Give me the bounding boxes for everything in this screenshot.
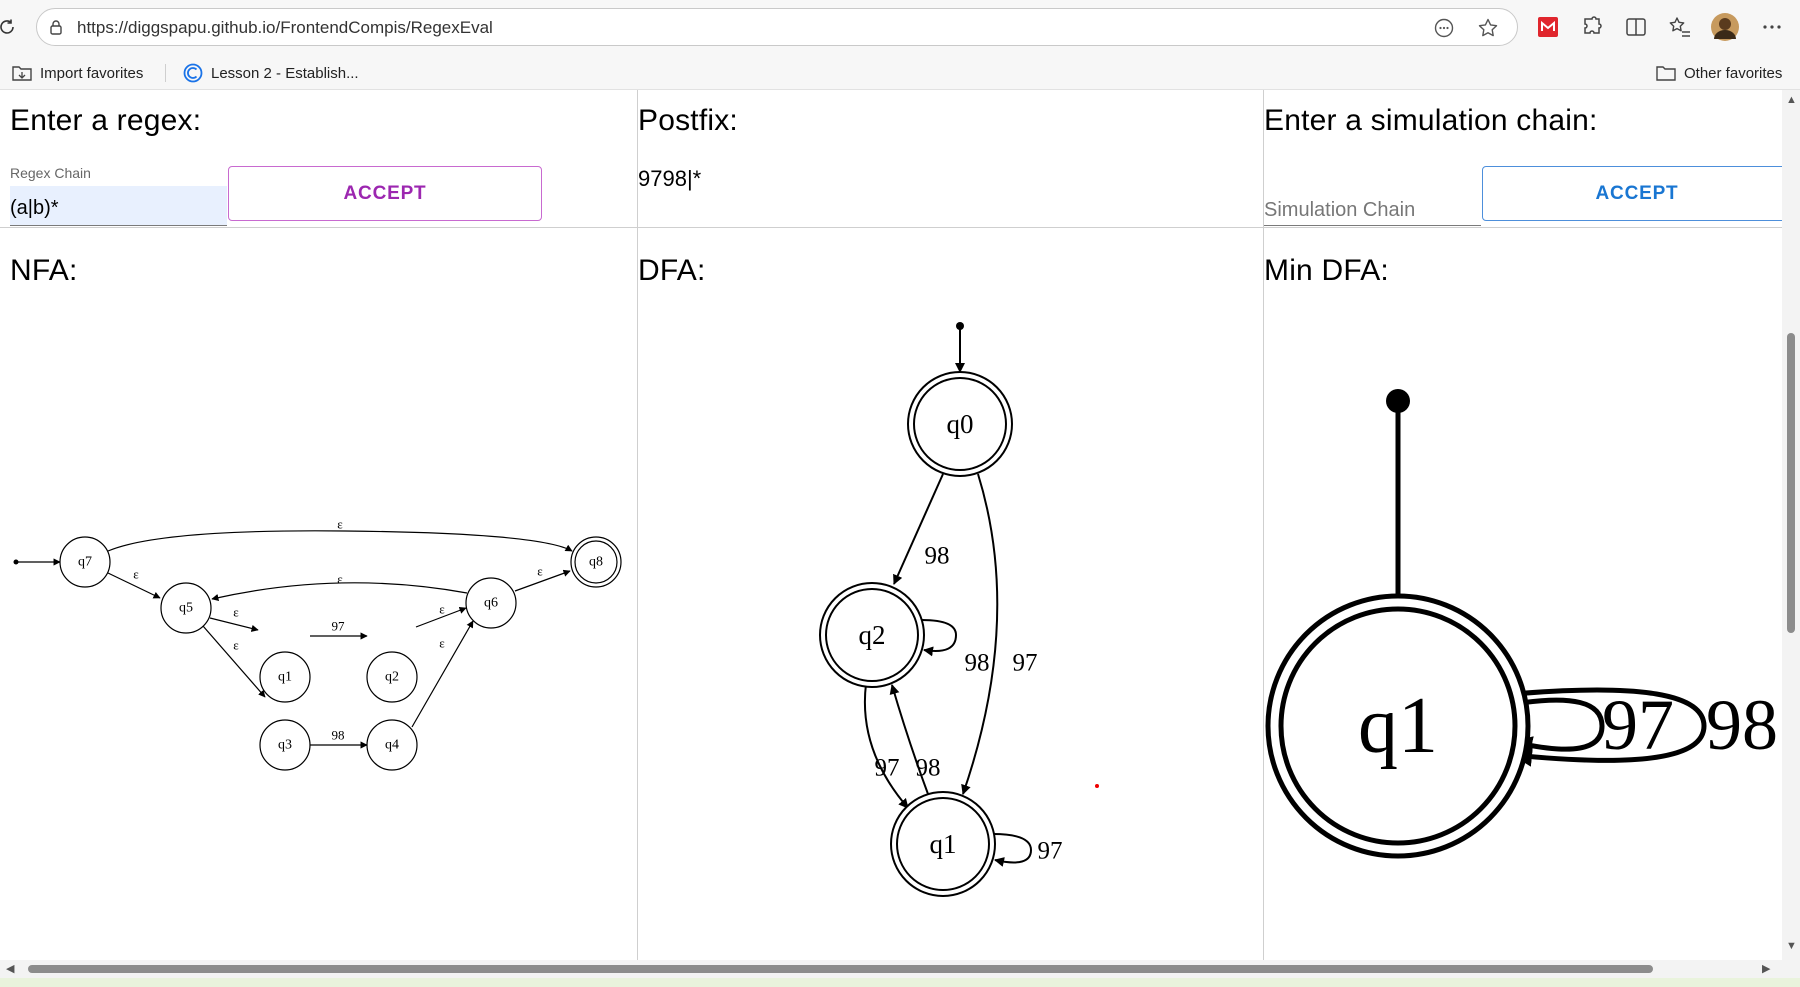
vertical-scroll-thumb[interactable] xyxy=(1787,333,1795,633)
red-dot xyxy=(1095,784,1099,788)
state-label: q2 xyxy=(859,620,886,650)
transition-q2-q2 xyxy=(921,619,958,657)
state-label: q1 xyxy=(278,670,292,685)
bookmark-separator xyxy=(165,64,166,82)
state-label: q8 xyxy=(589,555,603,570)
state-label: q1 xyxy=(930,829,957,859)
state-label: q7 xyxy=(78,555,92,570)
vertical-scrollbar[interactable]: ▲ ▼ xyxy=(1782,90,1800,960)
favorite-star-icon[interactable] xyxy=(1477,17,1499,39)
transition-label: ε xyxy=(439,602,445,617)
transition-label: ε xyxy=(337,517,343,532)
transition-q5-q1 xyxy=(209,617,259,632)
transition-label: 97 xyxy=(1013,650,1038,677)
transition-label: ε xyxy=(439,636,445,651)
more-menu-icon[interactable] xyxy=(1760,15,1784,39)
state-label: q2 xyxy=(385,670,399,685)
import-folder-icon xyxy=(12,66,32,81)
transition-label: ε xyxy=(337,572,343,587)
horizontal-scrollbar[interactable]: ◀ ▶ xyxy=(0,960,1800,978)
transition-label: 97 xyxy=(875,755,900,782)
scroll-up-icon[interactable]: ▲ xyxy=(1786,94,1797,106)
transition-q2-q1 xyxy=(863,683,909,809)
reload-icon[interactable] xyxy=(0,16,18,38)
horizontal-scroll-thumb[interactable] xyxy=(28,965,1653,973)
transition-label: 97 xyxy=(332,619,346,634)
dfa-graph: 98 97 98 97 98 97 q0 q2 q1 xyxy=(819,322,1099,897)
transition-label: ε xyxy=(233,605,239,620)
bookmark-import-favorites[interactable]: Import favorites xyxy=(12,61,143,85)
transition-label: 97 xyxy=(1038,838,1063,865)
split-screen-icon[interactable] xyxy=(1624,15,1648,39)
transition-label: 98 xyxy=(1706,685,1778,765)
state-label: q3 xyxy=(278,738,292,753)
transition-label: 98 xyxy=(332,728,345,743)
extensions-puzzle-icon[interactable] xyxy=(1580,15,1604,39)
transition-label: 98 xyxy=(925,543,950,570)
state-label: q0 xyxy=(947,409,974,439)
address-bar[interactable]: https://diggspapu.github.io/FrontendComp… xyxy=(36,8,1518,46)
transition-label: 98 xyxy=(916,755,941,782)
scroll-left-icon[interactable]: ◀ xyxy=(6,962,14,975)
url-text[interactable]: https://diggspapu.github.io/FrontendComp… xyxy=(77,18,493,38)
other-favorites-folder[interactable]: Other favorites xyxy=(1656,61,1782,85)
bookmark-label: Lesson 2 - Establish... xyxy=(211,64,359,82)
page-content: Enter a regex: Regex Chain ACCEPT Postfi… xyxy=(0,90,1782,960)
transition-label: ε xyxy=(537,564,543,579)
transition-q1-q1 xyxy=(992,833,1033,867)
transition-q0-q1 xyxy=(961,473,999,795)
nfa-graph: ε ε ε ε ε 97 98 ε ε ε q7 q5 q1 q2 q3 q4 q6 q8 xyxy=(13,517,622,771)
transition-label: 98 xyxy=(965,650,990,677)
state-label: q5 xyxy=(179,601,193,616)
bookmarks-bar: Import favorites Lesson 2 - Establish...… xyxy=(0,56,1800,90)
site-favicon-icon xyxy=(183,63,203,83)
scroll-right-icon[interactable]: ▶ xyxy=(1762,962,1770,975)
bookmark-label: Import favorites xyxy=(40,64,144,82)
other-favorites-label: Other favorites xyxy=(1684,64,1783,82)
state-label: q6 xyxy=(484,596,498,611)
transition-label: ε xyxy=(133,567,139,582)
transition-label: ε xyxy=(233,638,239,653)
browser-toolbar: https://diggspapu.github.io/FrontendComp… xyxy=(0,0,1800,56)
page-actions-icon[interactable] xyxy=(1433,17,1455,39)
transition-q7-q8 xyxy=(107,530,573,552)
profile-avatar-icon[interactable] xyxy=(1710,12,1740,42)
state-label: q1 xyxy=(1358,682,1438,770)
state-label: q4 xyxy=(385,738,399,753)
bookmark-lesson-2[interactable]: Lesson 2 - Establish... xyxy=(183,61,359,85)
lock-icon[interactable] xyxy=(47,18,65,36)
min-dfa-graph: 97 98q1 xyxy=(1265,389,1778,859)
favorites-list-icon[interactable] xyxy=(1668,15,1692,39)
extension-red-icon[interactable] xyxy=(1536,15,1560,39)
start-dot xyxy=(13,559,19,565)
folder-icon xyxy=(1656,66,1676,81)
taskbar-strip xyxy=(0,978,1800,987)
scroll-down-icon[interactable]: ▼ xyxy=(1786,940,1797,952)
